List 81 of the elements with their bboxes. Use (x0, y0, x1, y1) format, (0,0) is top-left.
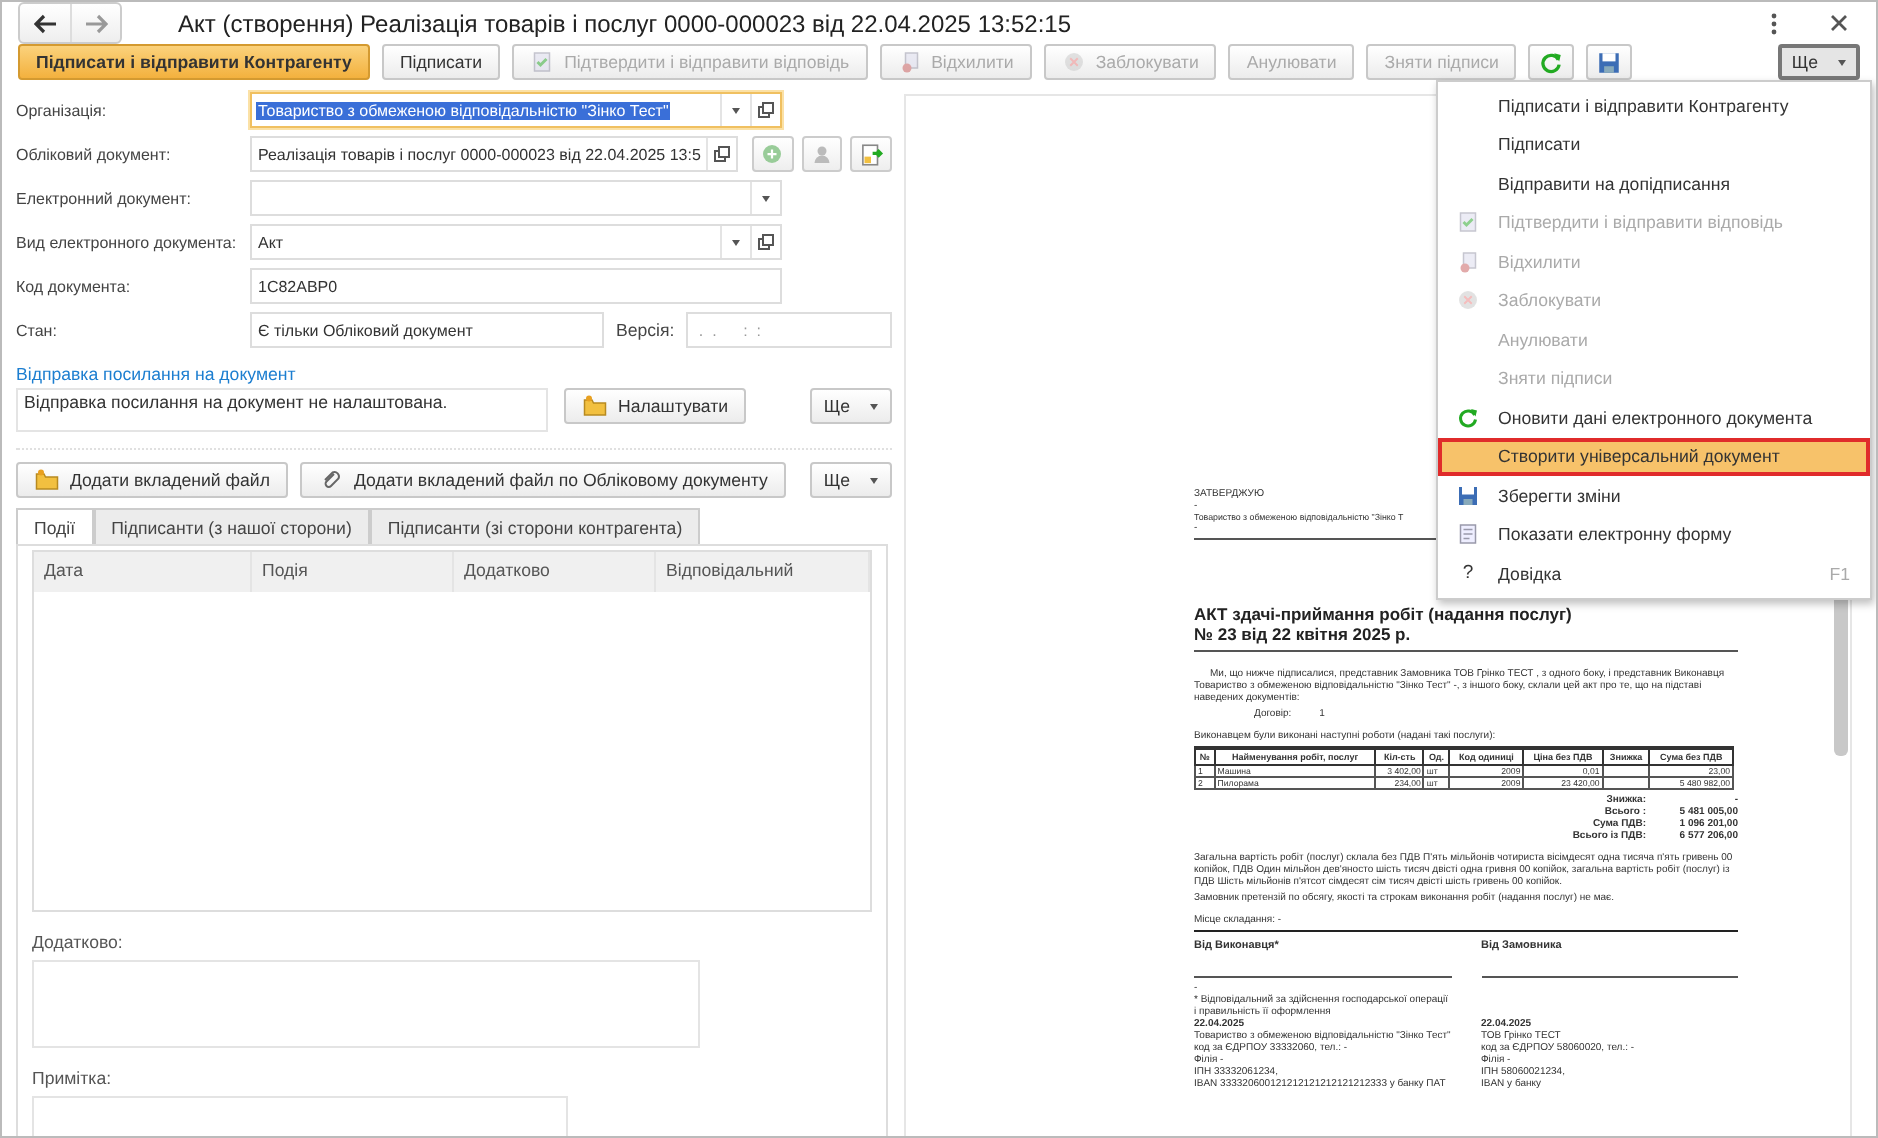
caret-icon (1838, 59, 1846, 65)
menu-item[interactable]: Зберегти зміни (1438, 476, 1870, 515)
configure-button[interactable]: Налаштувати (564, 388, 747, 424)
more-button[interactable]: Ще (809, 462, 893, 498)
more-button[interactable]: Ще (809, 388, 892, 424)
field-value: Реалізація товарів і послуг 0000-000023 від 22.04.2025 13:5 (256, 145, 703, 163)
menu-item[interactable]: Створити універсальний документ (1438, 437, 1870, 476)
input-field[interactable] (250, 180, 782, 216)
attach-file-button[interactable]: Додати вкладений файл (16, 462, 288, 498)
field-label: Код документа: (16, 277, 133, 295)
tab[interactable]: Події (16, 508, 94, 544)
section-link[interactable]: Відправка посилання на документ (16, 364, 296, 384)
refresh-icon (1538, 49, 1565, 75)
menu-item[interactable]: Відправити на допідписання (1438, 164, 1870, 203)
document-check-icon (530, 50, 555, 74)
column-header[interactable]: Відповідальний (656, 552, 870, 592)
input-field[interactable]: Товариство з обмеженою відповідальністю "Зінко Тест" (250, 92, 782, 128)
column-header[interactable]: Додатково (454, 552, 656, 592)
help-icon: ? (1462, 562, 1474, 585)
field-label: Додатково: (32, 932, 123, 952)
field-label: Примітка: (32, 1068, 112, 1088)
open-window-icon (714, 146, 731, 162)
menu-item[interactable]: Оновити дані електронного документа (1438, 398, 1870, 437)
attach-file-button[interactable]: Додати вкладений файл по Обліковому документу (299, 462, 786, 498)
open-button[interactable] (750, 226, 780, 258)
column-header[interactable]: Подія (252, 552, 454, 592)
open-button[interactable] (706, 138, 736, 170)
input-field[interactable]: Акт (250, 224, 782, 260)
forward-arrow-icon (84, 13, 108, 33)
field-label: Стан: (16, 321, 59, 339)
input-field[interactable]: Є тільки Обліковий документ (250, 312, 604, 348)
person-icon (810, 142, 834, 166)
form-icon (1456, 522, 1480, 547)
input-field[interactable]: Реалізація товарів і послуг 0000-000023 від 22.04.2025 13:5 (250, 136, 738, 172)
more-button[interactable]: Ще (1777, 44, 1860, 80)
cross-circle-icon (1061, 50, 1086, 74)
field-label: Організація: (16, 101, 109, 119)
document-check-icon (1456, 210, 1480, 235)
field-label: Обліковий документ: (16, 145, 173, 163)
save-button[interactable] (1586, 44, 1633, 80)
caret-icon (870, 403, 878, 409)
placeholder-text: . . : : (696, 321, 764, 339)
folder-icon (582, 394, 608, 418)
menu-item[interactable]: ? Довідка F1 (1438, 554, 1870, 593)
refresh-button[interactable] (1528, 44, 1575, 80)
menu-item[interactable]: Підписати (1438, 125, 1870, 164)
status-text-box: Відправка посилання на документ не налаштована. (16, 388, 548, 432)
field-label: Версія: (615, 320, 675, 340)
column-header[interactable]: Дата (34, 552, 252, 592)
field-value: Акт (256, 233, 286, 251)
caret-icon (870, 477, 879, 483)
shortcut-text: F1 (1829, 563, 1850, 584)
save-icon (1596, 49, 1623, 75)
doc-title: № 23 від 22 квітня 2025 р. (1194, 624, 1738, 652)
open-button[interactable] (750, 94, 780, 126)
document-icon (1456, 249, 1480, 274)
cross-circle-icon (1456, 288, 1480, 313)
field-value: 1C82ABP0 (256, 277, 340, 295)
open-window-icon (758, 102, 774, 118)
close-icon[interactable] (1830, 14, 1848, 32)
field-label: Вид електронного документа: (16, 233, 239, 251)
tab[interactable]: Підписанти (з нашої сторони) (93, 508, 370, 544)
folder-icon (34, 468, 60, 492)
more-icon[interactable] (1770, 11, 1778, 35)
export-button[interactable] (850, 136, 893, 172)
back-arrow-icon (33, 13, 57, 33)
plus-circle-icon (760, 142, 785, 166)
menu-item[interactable]: Підписати і відправити Контрагенту (1438, 86, 1870, 125)
window-title: Акт (створення) Реалізація товарів і послуг 0000-000023 від 22.04.2025 13:52:15 (178, 9, 1074, 37)
field-value: Є тільки Обліковий документ (256, 321, 475, 339)
toolbar-button[interactable]: Підписати (381, 44, 501, 80)
field-label: Електронний документ: (16, 189, 193, 207)
open-window-icon (758, 234, 774, 250)
input-field[interactable]: 1C82ABP0 (250, 268, 782, 304)
field-value: Товариство з обмеженою відповідальністю "Зінко Тест" (256, 101, 671, 119)
refresh-icon (1456, 405, 1480, 430)
document-icon (897, 50, 922, 74)
tab[interactable]: Підписанти (зі сторони контрагента) (369, 508, 701, 544)
doc-title: АКТ здачі-приймання робіт (надання послуг) (1194, 604, 1574, 625)
save-icon (1456, 483, 1480, 508)
sign-send-button[interactable]: Підписати і відправити Контрагенту (18, 44, 370, 80)
